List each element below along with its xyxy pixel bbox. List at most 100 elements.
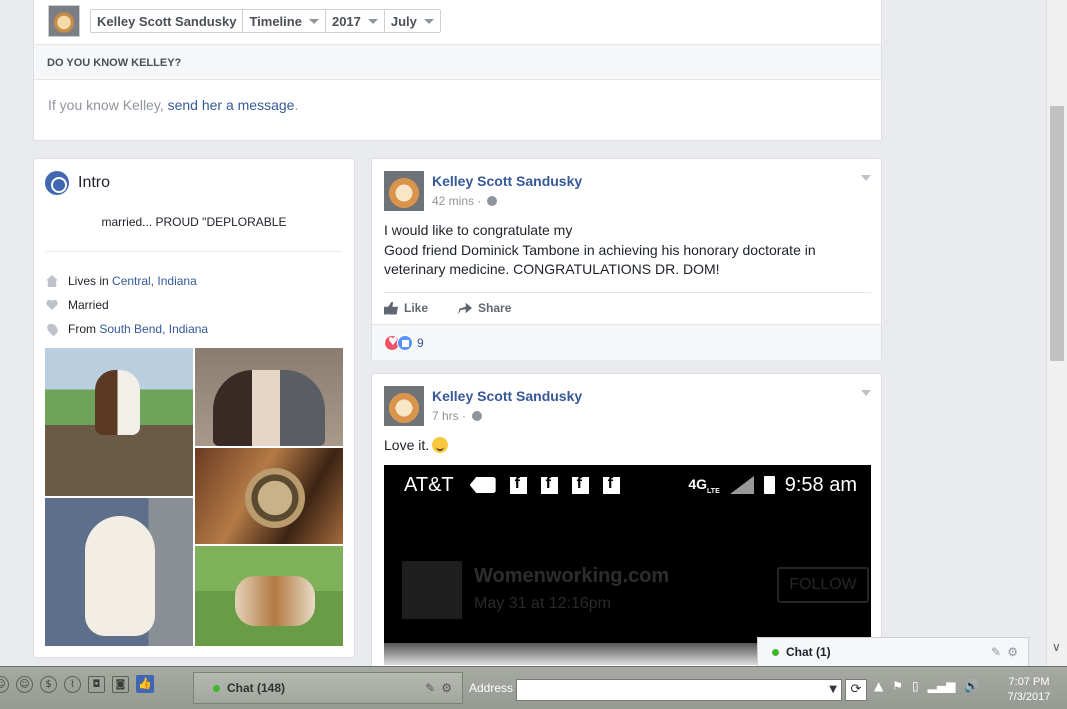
intro-bio: married... PROUD "DEPLORABLE [101,215,287,229]
scrollbar-thumb[interactable] [1050,106,1064,361]
post-actions: Like Share [384,299,541,317]
timeline-nav-bar: Kelley Scott Sandusky Timeline 2017 July [48,5,441,37]
dropdown-arrow-icon[interactable]: ▼ [829,684,837,695]
carrier-label: AT&T [404,473,454,496]
online-status-icon [213,684,220,692]
thumbs-up-icon[interactable]: 👍 [136,675,154,693]
vertical-scrollbar[interactable]: ∨ [1046,0,1067,666]
post-image[interactable]: AT&T 4GLTE 9:58 am Womenworking.com May … [384,465,871,665]
smiley-icon[interactable]: ☺ [0,675,9,693]
post-time[interactable]: 42 mins [432,194,474,208]
signal-icon [729,476,754,494]
facebook-icon [509,475,527,494]
reactions-bar: 9 [372,324,881,360]
phone-status-bar: AT&T 4GLTE 9:58 am [384,465,871,505]
public-globe-icon [487,196,498,206]
volume-icon[interactable]: 🔊 [964,679,979,693]
battery-power-icon[interactable]: ▯ [912,679,919,693]
photo-cat[interactable] [195,448,343,544]
crumb-year[interactable]: 2017 [325,10,385,32]
post-options-chevron-icon[interactable] [861,175,871,181]
location-pin-icon [45,321,60,337]
post-header: Kelley Scott Sandusky 7 hrs · [384,386,582,426]
share-arrow-icon [458,302,473,315]
camera-icon[interactable]: ◙ [112,675,129,693]
public-globe-icon [472,411,483,421]
taskbar: ☺ ☺ $ ⌇ ◘ ◙ 👍 Chat (148) ✎ ⚙ Address ▼ ⟳… [0,666,1067,709]
post-text: I would like to congratulate my Good fri… [384,222,816,277]
photo-white-dog[interactable] [45,498,193,646]
post-author[interactable]: Kelley Scott Sandusky [432,173,582,189]
address-input[interactable]: ▼ [516,679,842,701]
photo-couple-with-dog[interactable] [195,348,343,446]
post-author[interactable]: Kelley Scott Sandusky [432,388,582,404]
emoji-icon[interactable]: ☺ [16,675,33,693]
chevron-down-icon [423,18,434,24]
send-message-link[interactable]: send her a message [168,97,295,113]
crumb-month[interactable]: July [384,10,440,32]
avatar[interactable] [384,171,424,211]
profile-mini-avatar[interactable] [48,5,80,37]
divider [384,292,871,293]
faded-page-header: Womenworking.com May 31 at 12:16pm FOLLO… [402,561,869,621]
system-tray: ▲ ⚑ ▯ ▂▄▆ 🔊 [874,679,979,693]
scroll-down-arrow-icon[interactable]: ∨ [1052,640,1061,654]
post-time[interactable]: 7 hrs [432,409,459,423]
like-button[interactable]: Like [384,299,428,317]
fact-from: From South Bend, Indiana [45,317,208,341]
post-header: Kelley Scott Sandusky 42 mins · [384,171,582,211]
profile-top-card: Kelley Scott Sandusky Timeline 2017 July… [33,0,882,141]
crumb-name[interactable]: Kelley Scott Sandusky [91,10,244,32]
breadcrumb: Kelley Scott Sandusky Timeline 2017 July [90,9,441,33]
game-controller-icon[interactable]: ◘ [88,675,105,693]
refresh-icon[interactable]: ⟳ [845,679,867,701]
intro-header: Intro [45,171,110,195]
show-hidden-icons-icon[interactable]: ▲ [874,679,883,693]
do-you-know-text: If you know Kelley, send her a message. [48,97,299,113]
photo-horse[interactable] [45,348,193,496]
battery-icon [763,476,775,494]
hometown-link[interactable]: South Bend, Indiana [99,322,208,336]
taskbar-toolbar: ☺ ☺ $ ⌇ ◘ ◙ 👍 [0,675,154,693]
network-signal-icon[interactable]: ▂▄▆ [928,679,956,693]
post: Kelley Scott Sandusky 42 mins · I would … [371,158,882,360]
new-message-icon[interactable]: ✎ [425,681,435,695]
share-button[interactable]: Share [458,299,511,317]
reaction-summary[interactable]: 9 [384,335,424,351]
gear-icon[interactable]: ⚙ [441,681,452,695]
post: Kelley Scott Sandusky 7 hrs · Love it. A… [371,373,882,673]
divider [46,251,342,252]
flag-icon[interactable]: ⚑ [892,679,903,693]
online-status-icon [772,648,779,656]
gear-icon[interactable]: ⚙ [1007,645,1018,659]
post-options-chevron-icon[interactable] [861,390,871,396]
intro-title: Intro [78,174,111,191]
attachment-icon[interactable]: ⌇ [64,675,81,693]
facebook-icon [540,475,558,494]
chevron-down-icon [308,18,319,24]
fact-relationship: Married [46,293,208,317]
like-reaction-icon [397,335,413,351]
new-message-icon[interactable]: ✎ [991,645,1001,659]
wink-emoji-icon [432,437,449,453]
network-type: 4GLTE [688,475,720,495]
message-icon [469,477,496,493]
globe-icon [45,171,69,195]
post-meta: 7 hrs · [432,409,582,423]
crumb-timeline[interactable]: Timeline [243,10,326,32]
fact-lives-in: Lives in Central, Indiana [46,269,208,293]
chat-tab[interactable]: Chat (1) ✎ ⚙ [757,637,1029,666]
intro-card: Intro married... PROUD "DEPLORABLE Lives… [33,158,355,658]
dollar-icon[interactable]: $ [40,675,57,693]
avatar[interactable] [384,386,424,426]
phone-clock: 9:58 am [784,473,857,496]
do-you-know-header: DO YOU KNOW KELLEY? [34,44,881,80]
page-logo [402,561,462,619]
heart-icon [46,299,58,311]
chevron-down-icon [367,18,378,24]
photo-person-with-horse[interactable] [195,546,343,646]
taskbar-chat-button[interactable]: Chat (148) ✎ ⚙ [193,672,463,704]
lives-in-link[interactable]: Central, Indiana [112,274,197,288]
taskbar-clock[interactable]: 7:07 PM 7/3/2017 [994,675,1064,705]
post-text: Love it. [384,436,449,456]
